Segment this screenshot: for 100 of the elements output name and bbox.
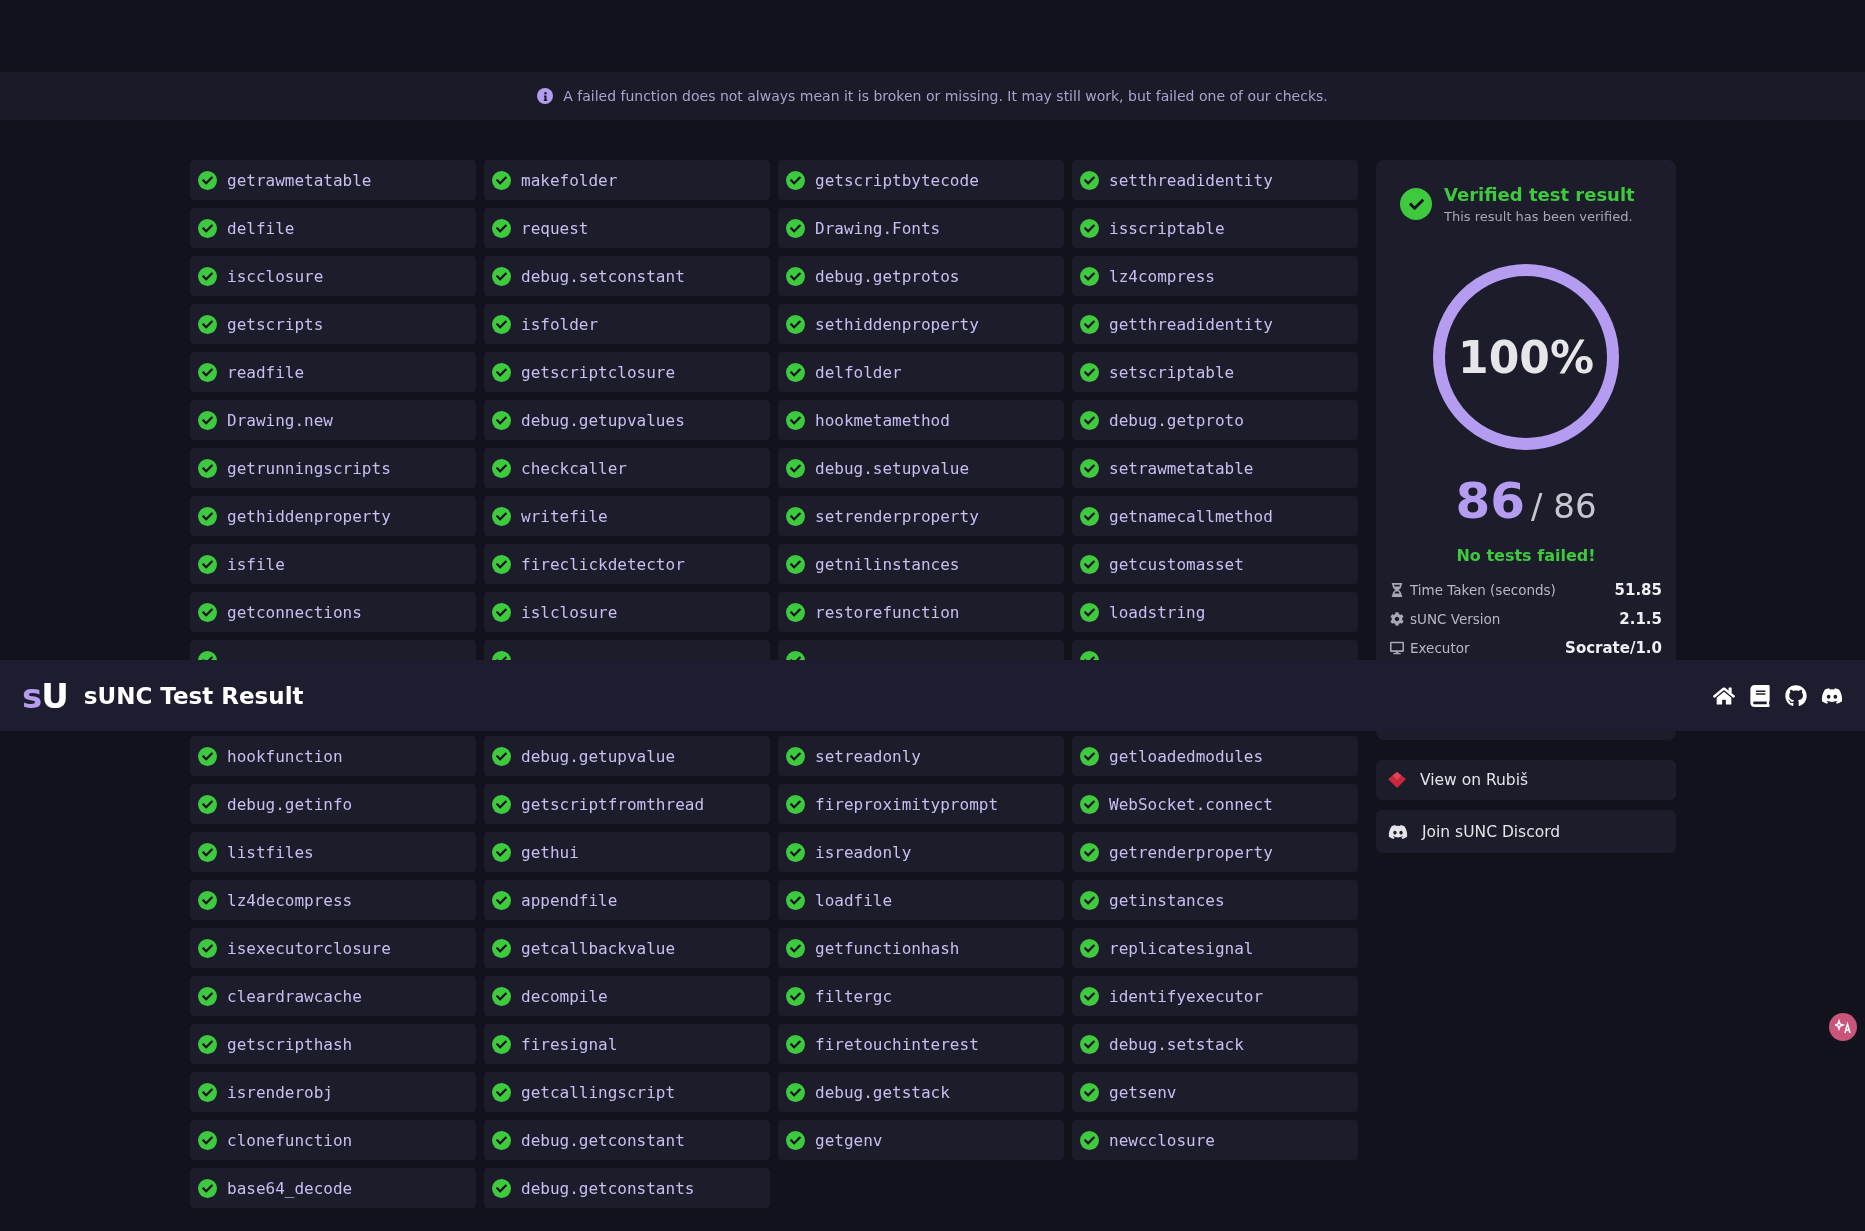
github-icon[interactable] — [1785, 684, 1807, 707]
translate-icon[interactable] — [1829, 1013, 1857, 1041]
test-name: makefolder — [521, 170, 618, 190]
test-name: filtergc — [815, 986, 893, 1006]
test-name: getcallingscript — [521, 1082, 676, 1102]
test-name: islclosure — [521, 602, 618, 622]
test-name: setreadonly — [815, 746, 921, 766]
test-name: newcclosure — [1109, 1130, 1215, 1150]
rubis-link[interactable]: View on Rubiš — [1376, 760, 1676, 800]
test-name: getrenderproperty — [1109, 842, 1273, 862]
test-name: readfile — [227, 362, 305, 382]
test-name: getfunctionhash — [815, 938, 960, 958]
stat-value: 2.1.5 — [1619, 609, 1662, 628]
test-name: hookmetamethod — [815, 410, 950, 430]
test-name: firetouchinterest — [815, 1034, 979, 1054]
percent-text: 100% — [1457, 330, 1595, 385]
test-name: isfile — [227, 554, 285, 574]
test-name: getconnections — [227, 602, 362, 622]
test-name: delfolder — [815, 362, 902, 382]
test-name: isreadonly — [815, 842, 912, 862]
test-name: debug.getproto — [1109, 410, 1244, 430]
test-name: debug.getstack — [815, 1082, 950, 1102]
test-name: identifyexecutor — [1109, 986, 1264, 1006]
info-icon — [537, 88, 554, 104]
stat-value: Socrate/1.0 — [1565, 638, 1662, 657]
test-name: base64_decode — [227, 1178, 353, 1198]
test-name: getthreadidentity — [1109, 314, 1273, 334]
test-name: isexecutorclosure — [227, 938, 391, 958]
test-name: getsenv — [1109, 1082, 1177, 1102]
test-name: gethiddenproperty — [227, 506, 391, 526]
test-name: setthreadidentity — [1109, 170, 1273, 190]
test-name: decompile — [521, 986, 608, 1006]
discord-link[interactable]: Join sUNC Discord — [1376, 810, 1676, 853]
test-name: getrunningscripts — [227, 458, 391, 478]
test-name: getscriptbytecode — [815, 170, 979, 190]
test-name: debug.getprotos — [815, 266, 960, 286]
test-name: setrawmetatable — [1109, 458, 1254, 478]
test-name: isscriptable — [1109, 218, 1225, 238]
test-name: WebSocket.connect — [1109, 794, 1273, 814]
test-name: restorefunction — [815, 602, 960, 622]
book-icon[interactable] — [1749, 684, 1771, 707]
test-name: debug.getupvalue — [521, 746, 676, 766]
test-name: lz4compress — [1109, 266, 1215, 286]
test-name: appendfile — [521, 890, 618, 910]
test-name: debug.getupvalues — [521, 410, 685, 430]
test-name: sethiddenproperty — [815, 314, 979, 334]
test-name: getscripts — [227, 314, 324, 334]
test-name: replicatesignal — [1109, 938, 1254, 958]
test-name: hookfunction — [227, 746, 343, 766]
test-name: Drawing.Fonts — [815, 218, 941, 238]
logo[interactable]: sU — [22, 675, 68, 716]
passed-count: 86 — [1455, 472, 1526, 530]
test-name: getcallbackvalue — [521, 938, 676, 958]
test-name: writefile — [521, 506, 608, 526]
test-name: getrawmetatable — [227, 170, 372, 190]
test-name: fireproximityprompt — [815, 794, 999, 814]
test-name: Drawing.new — [227, 410, 333, 430]
test-name: debug.setconstant — [521, 266, 685, 286]
test-name: lz4decompress — [227, 890, 353, 910]
stat-label: Time Taken (seconds) — [1410, 581, 1556, 598]
test-name: checkcaller — [521, 458, 627, 478]
verified-subtitle: This result has been verified. — [1444, 209, 1634, 224]
stat-value: 51.85 — [1614, 580, 1662, 599]
test-name: getinstances — [1109, 890, 1225, 910]
test-name: isrenderobj — [227, 1082, 333, 1102]
gear-icon — [1390, 611, 1404, 626]
test-name: delfile — [227, 218, 295, 238]
test-name: iscclosure — [227, 266, 324, 286]
test-name: listfiles — [227, 842, 314, 862]
test-name: loadstring — [1109, 602, 1206, 622]
test-name: setscriptable — [1109, 362, 1235, 382]
diamond-icon — [1388, 772, 1406, 788]
test-name: firesignal — [521, 1034, 618, 1054]
test-name: getnamecallmethod — [1109, 506, 1273, 526]
test-name: getscriptfromthread — [521, 794, 705, 814]
test-name: getcustomasset — [1109, 554, 1244, 574]
stat-label: sUNC Version — [1410, 610, 1501, 627]
test-name: getscripthash — [227, 1034, 353, 1054]
verified-title: Verified test result — [1444, 184, 1635, 205]
test-name: fireclickdetector — [521, 554, 685, 574]
test-name: debug.getconstants — [521, 1178, 695, 1198]
test-name: isfolder — [521, 314, 599, 334]
hourglass-icon — [1390, 582, 1404, 597]
test-name: request — [521, 218, 589, 238]
test-name: clonefunction — [227, 1130, 353, 1150]
test-name: debug.getconstant — [521, 1130, 685, 1150]
test-name: getloadedmodules — [1109, 746, 1264, 766]
test-name: debug.setstack — [1109, 1034, 1244, 1054]
test-name: debug.getinfo — [227, 794, 353, 814]
summary-text: No tests failed! — [1455, 546, 1597, 565]
test-name: debug.setupvalue — [815, 458, 970, 478]
monitor-icon — [1390, 640, 1404, 655]
page-title: sUNC Test Result — [83, 682, 305, 709]
home-icon[interactable] — [1713, 684, 1735, 707]
stat-label: Executor — [1410, 639, 1470, 656]
test-name: getgenv — [815, 1130, 883, 1150]
test-name: getnilinstances — [815, 554, 960, 574]
test-name: loadfile — [815, 890, 893, 910]
total-count: / 86 — [1531, 486, 1597, 526]
test-name: cleardrawcache — [227, 986, 362, 1006]
